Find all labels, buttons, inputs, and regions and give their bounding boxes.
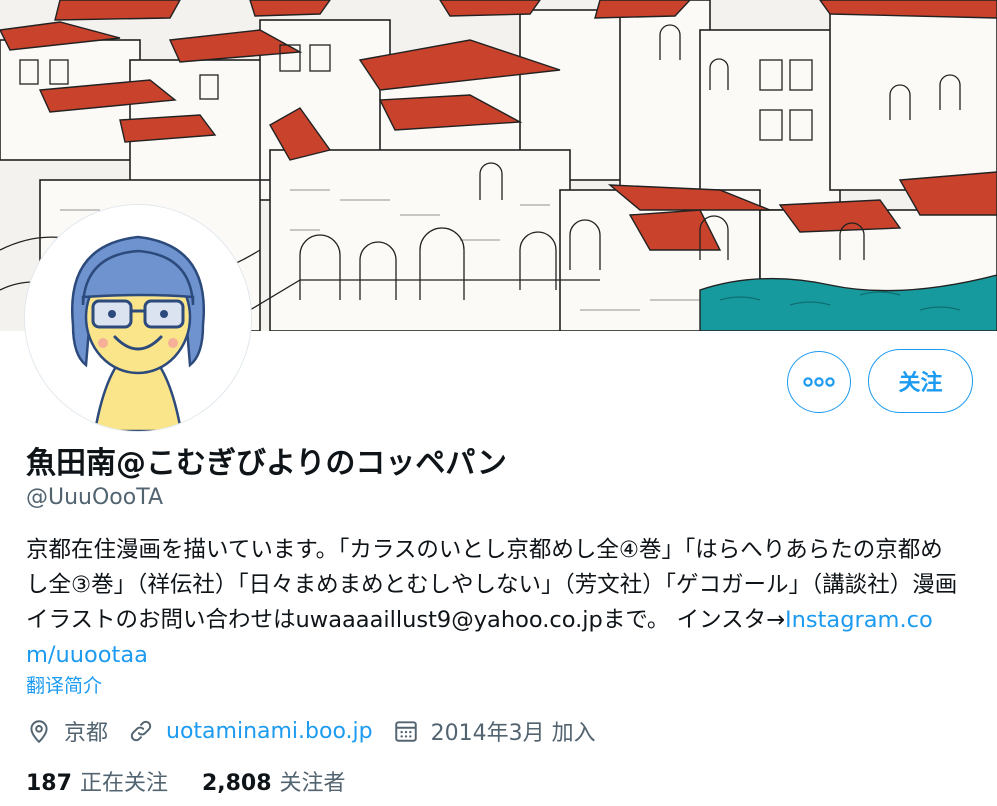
meta-location: 京都 [26,715,108,747]
follow-button[interactable]: 关注 [868,349,973,413]
profile-stats: 187 正在关注 2,808 关注者 [26,765,380,797]
profile-meta: 京都 uotaminami.boo.jp 2014年3月 加入 [26,714,616,748]
followers-stat[interactable]: 2,808 关注者 [202,765,346,797]
location-text: 京都 [64,721,109,746]
profile-handle: @UuuOooTA [26,485,164,510]
following-count: 187 [26,771,72,796]
meta-joined: 2014年3月 加入 [393,715,596,747]
profile-bio: 京都在住漫画を描いています。「カラスのいとし京都めし全④巻」「はらへりあらたの京… [26,533,961,673]
more-horizontal-icon [803,377,835,387]
more-options-button[interactable] [787,351,851,413]
following-label: 正在关注 [79,771,168,796]
followers-count: 2,808 [201,771,272,796]
profile-avatar[interactable] [25,205,251,431]
meta-website: uotaminami.boo.jp [128,718,373,744]
website-link[interactable]: uotaminami.boo.jp [166,719,373,744]
followers-label: 关注者 [279,771,346,796]
avatar-illustration [25,205,251,431]
following-stat[interactable]: 187 正在关注 [26,765,168,797]
translate-bio-link[interactable]: 翻译简介 [26,671,102,698]
joined-text: 2014年3月 加入 [430,721,596,746]
link-icon [128,718,154,744]
profile-display-name: 魚田南@こむぎびよりのコッペパン [26,446,507,481]
location-pin-icon [26,718,52,744]
calendar-icon [393,718,419,744]
